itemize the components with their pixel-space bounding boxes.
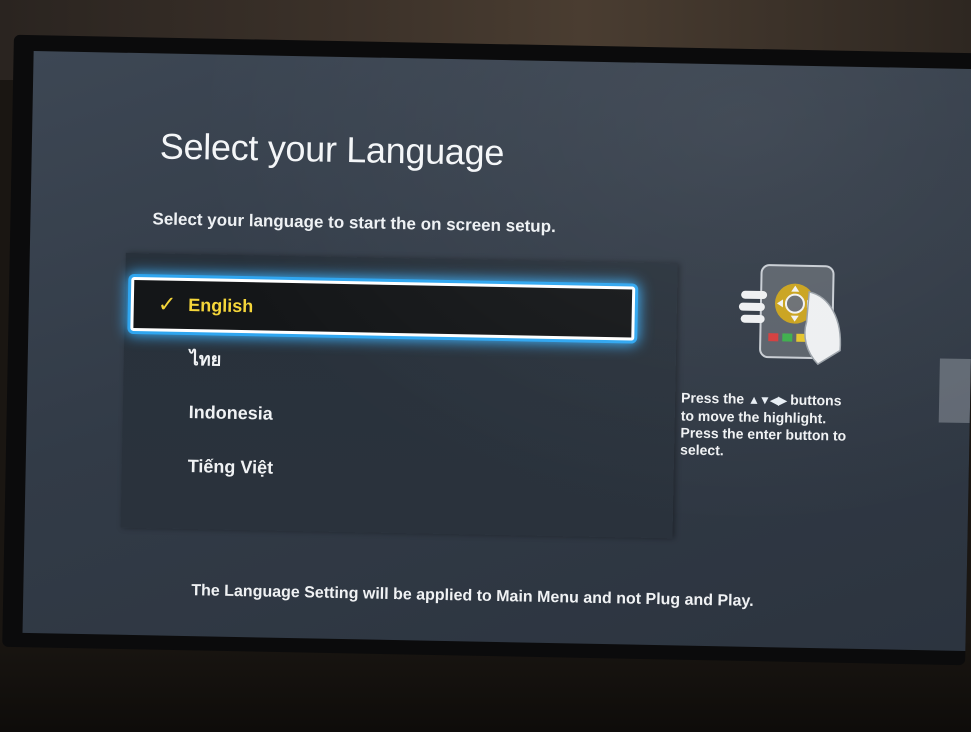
- remote-control-icon: [738, 264, 842, 366]
- language-option-label: Tiếng Việt: [187, 455, 274, 478]
- arrow-buttons-icon: ▲▼◀▶: [747, 392, 787, 408]
- tv-screen: Select your Language Select your languag…: [22, 51, 971, 651]
- page-title: Select your Language: [159, 125, 505, 174]
- language-option-english[interactable]: ✓ English: [130, 276, 636, 341]
- language-option-indonesia[interactable]: Indonesia: [128, 387, 627, 445]
- language-list: ✓ English ไทย Indonesia Tiếng Việt: [126, 253, 678, 477]
- language-list-panel: ✓ English ไทย Indonesia Tiếng Việt: [120, 252, 678, 539]
- page-subtitle: Select your language to start the on scr…: [152, 209, 556, 237]
- checkmark-icon: ✓: [157, 291, 177, 317]
- side-scroll-tab[interactable]: [938, 358, 971, 424]
- help-press-the: Press the: [680, 389, 745, 407]
- language-option-label: English: [188, 294, 254, 316]
- help-instructions: Press the ▲▼◀▶ buttons to move the highl…: [680, 389, 891, 462]
- footer-note: The Language Setting will be applied to …: [191, 582, 754, 610]
- help-buttons-word: buttons: [790, 391, 842, 409]
- language-option-label: Indonesia: [188, 401, 273, 424]
- language-option-thai[interactable]: ไทย: [129, 333, 628, 391]
- help-line-4: select.: [679, 441, 724, 459]
- language-option-vietnamese[interactable]: Tiếng Việt: [127, 441, 626, 499]
- help-panel: Press the ▲▼◀▶ buttons to move the highl…: [672, 249, 971, 555]
- language-option-label: ไทย: [189, 348, 222, 370]
